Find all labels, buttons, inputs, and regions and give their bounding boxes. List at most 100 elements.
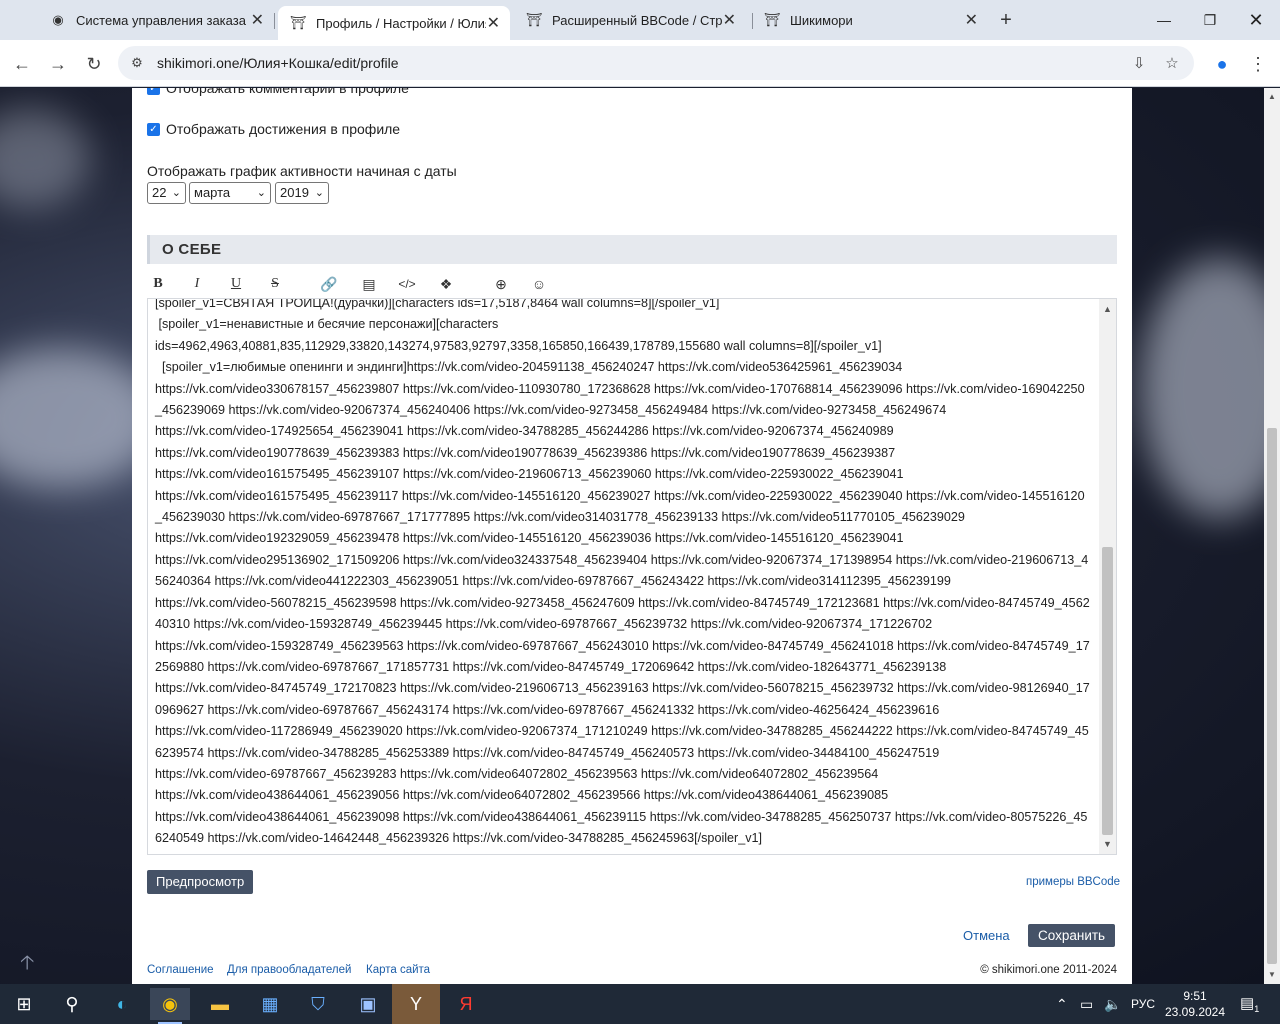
chevron-down-icon: ⌄ bbox=[171, 187, 181, 199]
bbcode-toolbar: B I U S 🔗 ▤ </> ❖ ⊕ ☺ bbox=[147, 273, 1117, 295]
url-text[interactable]: shikimori.one/Юлия+Кошка/edit/profile bbox=[157, 55, 399, 71]
checkbox-achievements[interactable]: ✓ bbox=[147, 122, 160, 136]
spoiler-icon[interactable]: ❖ bbox=[435, 273, 457, 295]
minimize-button[interactable]: — bbox=[1141, 0, 1187, 40]
chrome-icon[interactable]: ◉ bbox=[150, 988, 190, 1024]
rights-holders-link[interactable]: Для правообладателей bbox=[227, 964, 351, 976]
back-icon[interactable]: ← bbox=[8, 50, 36, 78]
scroll-thumb[interactable] bbox=[1102, 547, 1113, 835]
background-cloud bbox=[1140, 258, 1264, 518]
month-select[interactable]: марта ⌄ bbox=[189, 182, 271, 204]
comments-checkbox-row[interactable]: ✓ Отображать комментарии в профиле bbox=[147, 88, 409, 96]
yandex-browser-icon[interactable]: Y bbox=[392, 984, 440, 1024]
language-indicator[interactable]: РУС bbox=[1131, 984, 1155, 1024]
volume-icon[interactable]: 🔈 bbox=[1104, 984, 1121, 1024]
tab-title: Система управления заказами bbox=[76, 12, 246, 28]
close-icon[interactable]: ✕ bbox=[723, 10, 736, 30]
underline-icon[interactable]: U bbox=[225, 273, 247, 295]
checkbox-label: Отображать комментарии в профиле bbox=[166, 88, 409, 96]
close-window-button[interactable]: ✕ bbox=[1233, 0, 1279, 40]
scroll-down-icon[interactable]: ▼ bbox=[1099, 836, 1116, 852]
preview-button[interactable]: Предпросмотр bbox=[147, 870, 254, 894]
about-text[interactable]: [spoiler_v1=СВЯТАЯ ТРОИЦА!(дурачки)][cha… bbox=[155, 299, 1090, 850]
scroll-to-top-icon[interactable]: 🡡 bbox=[20, 948, 34, 982]
image-icon[interactable]: ▤ bbox=[358, 273, 380, 295]
network-app-icon[interactable]: ▣ bbox=[348, 988, 388, 1020]
clock-date: 23.09.2024 bbox=[1164, 1005, 1226, 1019]
shikimori-icon: ⛩ bbox=[289, 15, 307, 30]
tab-profile[interactable]: ⛩ Профиль / Настройки / Юлия ✕ bbox=[278, 6, 510, 40]
scroll-up-icon[interactable]: ▲ bbox=[1264, 90, 1280, 104]
tab-orders[interactable]: ◉ Система управления заказами ✕ bbox=[38, 0, 274, 40]
browser-toolbar: ← → ↻ ⚙ shikimori.one/Юлия+Кошка/edit/pr… bbox=[0, 40, 1280, 87]
chevron-down-icon: ⌄ bbox=[256, 187, 266, 199]
site-info-icon[interactable]: ⚙ bbox=[128, 54, 146, 72]
checkbox-comments[interactable]: ✓ bbox=[147, 88, 160, 95]
textarea-scrollbar[interactable]: ▲ ▼ bbox=[1099, 299, 1116, 854]
store-icon[interactable]: ▦ bbox=[250, 988, 290, 1020]
smiley-icon[interactable]: ☺ bbox=[528, 273, 550, 295]
sitemap-link[interactable]: Карта сайта bbox=[366, 964, 430, 976]
bold-icon[interactable]: B bbox=[147, 273, 169, 295]
section-title: О СЕБЕ bbox=[162, 241, 222, 258]
page-scrollbar[interactable]: ▲ ▼ bbox=[1264, 88, 1280, 984]
background-cloud bbox=[0, 108, 90, 208]
file-explorer-icon[interactable]: ▬ bbox=[200, 988, 240, 1020]
windows-start-icon[interactable]: ⊞ bbox=[4, 988, 44, 1020]
copyright: © shikimori.one 2011-2024 bbox=[980, 964, 1117, 976]
bbcode-examples-link[interactable]: примеры BBCode bbox=[1026, 876, 1120, 888]
select-value: 22 bbox=[152, 185, 167, 200]
about-textarea[interactable]: [spoiler_v1=СВЯТАЯ ТРОИЦА!(дурачки)][cha… bbox=[147, 298, 1117, 855]
edge-icon[interactable]: ◐ bbox=[102, 988, 142, 1020]
code-icon[interactable]: </> bbox=[396, 273, 418, 295]
tab-title: Шикимори bbox=[790, 12, 853, 28]
scroll-up-icon[interactable]: ▲ bbox=[1099, 301, 1116, 317]
forward-icon[interactable]: → bbox=[44, 50, 72, 78]
scroll-down-icon[interactable]: ▼ bbox=[1264, 968, 1280, 982]
network-icon[interactable]: ▭ bbox=[1080, 984, 1093, 1024]
bookmark-star-icon[interactable]: ☆ bbox=[1161, 53, 1183, 75]
italic-icon[interactable]: I bbox=[186, 273, 208, 295]
install-app-icon[interactable]: ⇩ bbox=[1128, 53, 1150, 75]
profile-avatar-icon[interactable]: ● bbox=[1208, 50, 1236, 78]
checkbox-label: Отображать достижения в профиле bbox=[166, 121, 401, 137]
close-icon[interactable]: ✕ bbox=[487, 13, 500, 33]
tab-title: Расширенный BBCode / Стран bbox=[552, 12, 722, 28]
year-select[interactable]: 2019 ⌄ bbox=[275, 182, 329, 204]
activity-date-label: Отображать график активности начиная с д… bbox=[147, 163, 457, 179]
agreement-link[interactable]: Соглашение bbox=[147, 964, 214, 976]
close-icon[interactable]: ✕ bbox=[965, 10, 978, 30]
close-icon[interactable]: ✕ bbox=[251, 10, 264, 30]
menu-dots-icon[interactable]: ⋮ bbox=[1244, 50, 1272, 78]
maximize-button[interactable]: ❐ bbox=[1187, 0, 1233, 40]
eye-icon: ◉ bbox=[52, 12, 64, 27]
tab-bbcode[interactable]: ⛩ Расширенный BBCode / Стран ✕ bbox=[514, 0, 750, 40]
clock-time: 9:51 bbox=[1183, 989, 1207, 1003]
yandex-icon[interactable]: Я bbox=[446, 988, 486, 1020]
security-shield-icon[interactable]: ⛉ bbox=[298, 988, 338, 1020]
day-select[interactable]: 22 ⌄ bbox=[147, 182, 186, 204]
scroll-thumb[interactable] bbox=[1267, 428, 1277, 964]
search-icon[interactable]: ⚲ bbox=[52, 988, 92, 1020]
cancel-link[interactable]: Отмена bbox=[963, 928, 1010, 943]
notifications-icon[interactable]: ▤1 bbox=[1240, 984, 1259, 1024]
strikethrough-icon[interactable]: S bbox=[264, 273, 286, 295]
tray-chevron-icon[interactable]: ⌃ bbox=[1056, 984, 1068, 1024]
address-bar[interactable]: ⚙ shikimori.one/Юлия+Кошка/edit/profile … bbox=[118, 46, 1194, 80]
link-icon[interactable]: 🔗 bbox=[318, 273, 340, 295]
shikimori-icon: ⛩ bbox=[763, 12, 781, 27]
new-tab-button[interactable]: + bbox=[994, 8, 1018, 32]
reload-icon[interactable]: ↻ bbox=[80, 50, 108, 78]
shikimori-icon: ⛩ bbox=[525, 12, 543, 27]
upload-icon[interactable]: ⊕ bbox=[490, 273, 512, 295]
tab-bar: ◉ Система управления заказами ✕ ⛩ Профил… bbox=[0, 0, 1280, 40]
tab-shikimori[interactable]: ⛩ Шикимори ✕ bbox=[752, 0, 988, 40]
clock[interactable]: 9:51 23.09.2024 bbox=[1160, 988, 1230, 1020]
chevron-down-icon: ⌄ bbox=[314, 187, 324, 199]
achievements-checkbox-row[interactable]: ✓ Отображать достижения в профиле bbox=[147, 121, 400, 137]
page-viewport: ✓ Отображать комментарии в профиле ✓ Ото… bbox=[0, 88, 1264, 984]
save-button[interactable]: Сохранить bbox=[1028, 924, 1116, 947]
windows-taskbar: ⊞ ⚲ ◐ ◉ ▬ ▦ ⛉ ▣ Y Я ⌃ ▭ 🔈 РУС 9:51 23.09… bbox=[0, 984, 1280, 1024]
about-section-header: О СЕБЕ bbox=[147, 235, 1117, 264]
settings-panel: ✓ Отображать комментарии в профиле ✓ Ото… bbox=[132, 88, 1132, 984]
